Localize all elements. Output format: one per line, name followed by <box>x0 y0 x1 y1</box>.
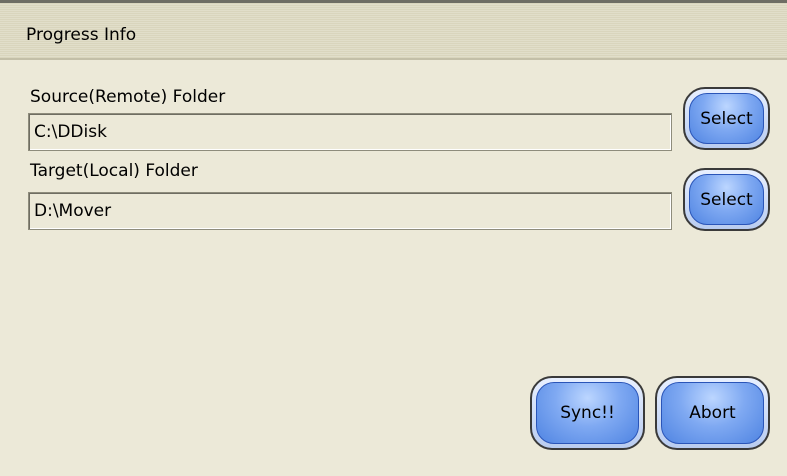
target-select-button[interactable]: Select <box>689 174 764 225</box>
source-folder-label: Source(Remote) Folder <box>30 87 226 107</box>
target-folder-label: Target(Local) Folder <box>30 161 198 181</box>
source-folder-field[interactable]: C:\DDisk <box>28 113 672 151</box>
sync-button-ring: Sync!! <box>530 376 645 450</box>
source-select-button[interactable]: Select <box>689 93 764 144</box>
panel-title: Progress Info <box>26 25 137 45</box>
sync-button[interactable]: Sync!! <box>536 382 639 444</box>
target-select-ring: Select <box>683 168 770 231</box>
target-folder-field[interactable]: D:\Mover <box>28 192 672 230</box>
target-folder-value: D:\Mover <box>34 201 112 221</box>
source-folder-value: C:\DDisk <box>34 122 107 142</box>
abort-button[interactable]: Abort <box>661 382 764 444</box>
source-select-ring: Select <box>683 87 770 150</box>
panel-header: Progress Info <box>0 0 787 60</box>
abort-button-ring: Abort <box>655 376 770 450</box>
